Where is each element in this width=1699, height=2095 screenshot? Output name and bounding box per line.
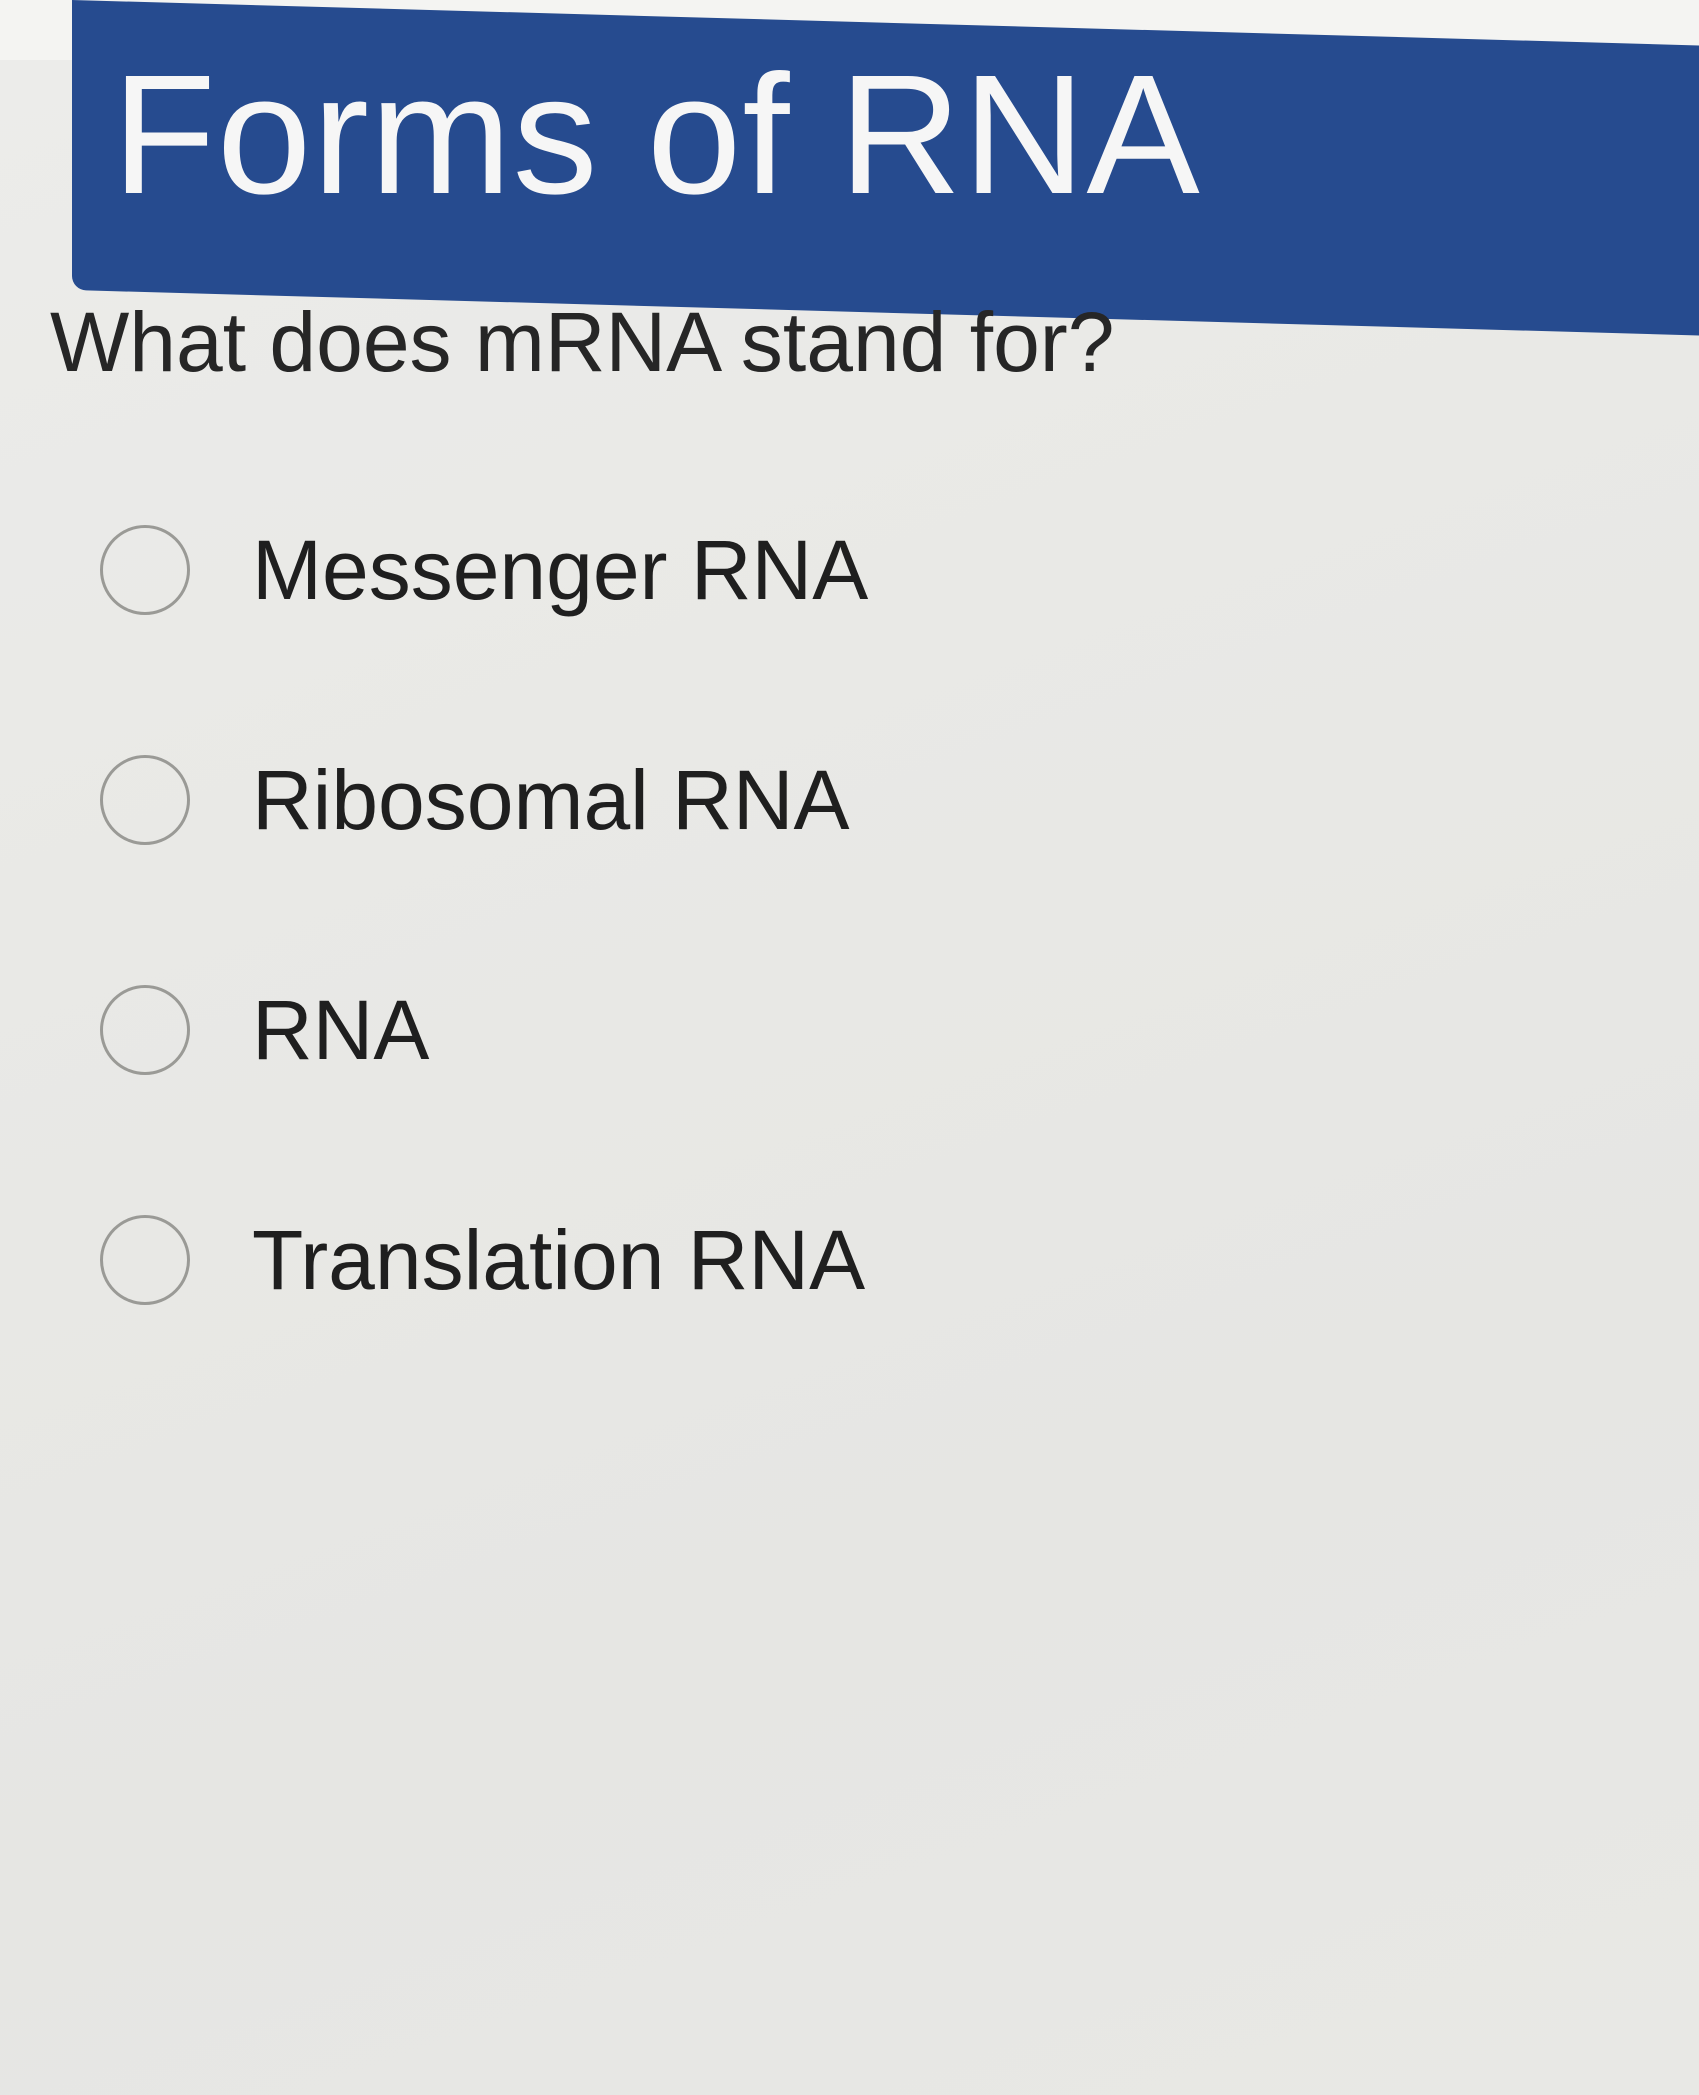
- radio-button[interactable]: [100, 985, 190, 1075]
- answer-options: Messenger RNA Ribosomal RNA RNA Translat…: [100, 520, 1500, 1440]
- option-label: Ribosomal RNA: [252, 753, 850, 847]
- option-messenger-rna[interactable]: Messenger RNA: [100, 520, 1500, 620]
- option-label: Translation RNA: [252, 1213, 866, 1307]
- radio-button[interactable]: [100, 755, 190, 845]
- question-text: What does mRNA stand for?: [50, 295, 1115, 389]
- option-ribosomal-rna[interactable]: Ribosomal RNA: [100, 750, 1500, 850]
- option-translation-rna[interactable]: Translation RNA: [100, 1210, 1500, 1310]
- option-label: Messenger RNA: [252, 523, 869, 617]
- option-label: RNA: [252, 983, 430, 1077]
- option-rna[interactable]: RNA: [100, 980, 1500, 1080]
- radio-button[interactable]: [100, 1215, 190, 1305]
- radio-button[interactable]: [100, 525, 190, 615]
- page-title: Forms of RNA: [112, 40, 1201, 230]
